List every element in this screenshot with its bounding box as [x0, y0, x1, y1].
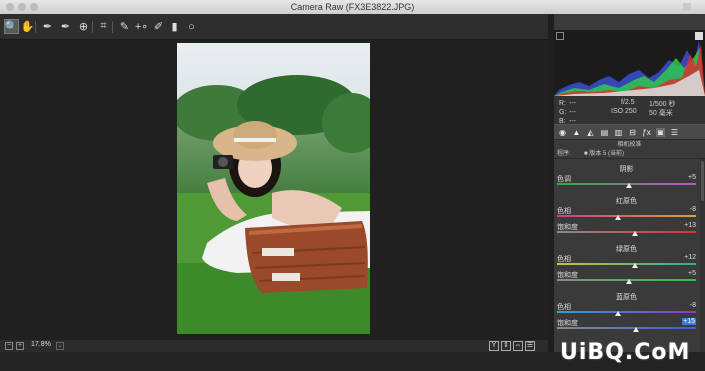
radial-filter-icon[interactable]: ○ [184, 19, 199, 34]
slider-row: 饱和度 +15 [554, 318, 699, 332]
color-sampler-icon[interactable]: ✒ [58, 19, 73, 34]
section-title: 绿原色 [616, 246, 637, 253]
slider-row: 色调 +5 [554, 174, 699, 188]
hand-icon[interactable]: ✋ [20, 19, 35, 34]
highlight-clipping-toggle[interactable] [695, 32, 703, 40]
photo-preview[interactable] [177, 43, 370, 334]
graduated-filter-icon[interactable]: ▮ [167, 19, 182, 34]
panel-title: 相机校准 [554, 140, 705, 150]
presets-tab-icon[interactable]: ☰ [670, 128, 679, 137]
iso: ISO 250 [611, 108, 637, 115]
maximize-window-button[interactable] [30, 3, 38, 11]
photo-image [177, 75, 370, 334]
basic-tab-icon[interactable]: ◉ [558, 128, 567, 137]
toolbar-separator [35, 21, 36, 33]
section-title: 红原色 [616, 198, 637, 205]
fullscreen-icon[interactable] [683, 3, 691, 11]
process-row: 程序: ■ 版本 5 (当前) [554, 150, 705, 159]
g-value: --- [569, 109, 576, 116]
panel-tabs: ◉ ▲ ◭ ▤ ▥ ⊟ ƒx ◙ ☰ [554, 124, 705, 140]
scrollbar-thumb[interactable] [701, 161, 704, 201]
process-label: 程序: [557, 151, 571, 157]
slider-value-field[interactable]: +5 [688, 270, 696, 277]
tone-curve-tab-icon[interactable]: ▲ [572, 128, 581, 137]
slider-thumb[interactable] [626, 183, 633, 188]
slider-row: 饱和度 +13 [554, 222, 699, 236]
histogram [554, 30, 705, 96]
window-controls[interactable] [6, 3, 38, 11]
slider-row: 色相 +12 [554, 254, 699, 268]
slider-track[interactable] [557, 231, 696, 233]
toolbar-separator [92, 21, 93, 33]
slider-thumb[interactable] [633, 327, 640, 332]
view-buttons: Y ⇕ ⇔ ☰ [489, 341, 535, 351]
slider-value-field[interactable]: +13 [684, 222, 696, 229]
slider-track[interactable] [557, 327, 696, 329]
slider-thumb[interactable] [615, 215, 622, 220]
slider-row: 色相 -8 [554, 206, 699, 220]
watermark-logo: UiBQ.CoM [560, 340, 691, 365]
eyedropper-icon[interactable]: ✒ [40, 19, 55, 34]
aperture: f/2.5 [621, 99, 635, 106]
info-readout: R: --- G: --- B: --- f/2.5 1/500 秒 ISO 250 … [554, 96, 705, 125]
status-bar: − + 17.8% ⌄ [0, 340, 548, 352]
section-title: 阴影 [619, 166, 634, 173]
slider-thumb[interactable] [626, 279, 633, 284]
focal-length: 50 毫米 [649, 110, 673, 117]
process-select[interactable]: ■ 版本 5 (当前) [584, 150, 624, 159]
slider-value-field[interactable]: +5 [688, 174, 696, 181]
slider-thumb[interactable] [615, 311, 622, 316]
zoom-in-button[interactable]: + [16, 342, 24, 350]
minimize-window-button[interactable] [18, 3, 26, 11]
toolbar: 🔍 ✋ ✒ ✒ ⊕ ⌗ ✎ +∘ ✐ ▮ ○ [0, 14, 548, 40]
spot-removal-icon[interactable]: ✎ [117, 19, 132, 34]
slider-value-field[interactable]: +12 [684, 254, 696, 261]
slider-track[interactable] [557, 311, 696, 313]
slider-row: 色相 -8 [554, 302, 699, 316]
zoom-out-button[interactable]: − [5, 342, 13, 350]
slider-row: 饱和度 +5 [554, 270, 699, 284]
window-title: Camera Raw (FX3E3822.JPG) [290, 2, 415, 12]
target-adjustment-icon[interactable]: ⊕ [76, 19, 91, 34]
toolbar-separator [112, 21, 113, 33]
swap-settings-button[interactable]: ⇕ [501, 341, 511, 351]
slider-value-field[interactable]: -8 [690, 206, 696, 213]
section-title: 蓝原色 [616, 294, 637, 301]
slider-track[interactable] [557, 215, 696, 217]
slider-value-field[interactable]: +15 [682, 318, 696, 325]
lens-tab-icon[interactable]: ⊟ [628, 128, 637, 137]
effects-tab-icon[interactable]: ƒx [642, 128, 651, 137]
slider-track[interactable] [557, 263, 696, 265]
adjustment-brush-icon[interactable]: ✐ [151, 19, 166, 34]
title-bar: Camera Raw (FX3E3822.JPG) [0, 0, 705, 14]
adjustments-panel: R: --- G: --- B: --- f/2.5 1/500 秒 ISO 250 … [554, 14, 705, 352]
slider-thumb[interactable] [631, 263, 638, 268]
copy-settings-button[interactable]: ⇔ [513, 341, 523, 351]
close-window-button[interactable] [6, 3, 14, 11]
shadow-clipping-toggle[interactable] [556, 32, 564, 40]
hsl-tab-icon[interactable]: ▤ [600, 128, 609, 137]
zoom-dropdown[interactable]: ⌄ [56, 342, 64, 350]
camera-calibration-tab-icon[interactable]: ◙ [656, 128, 665, 137]
preview-canvas[interactable] [0, 40, 548, 340]
slider-value-field[interactable]: -8 [690, 302, 696, 309]
preview-preferences-button[interactable]: ☰ [525, 341, 535, 351]
detail-tab-icon[interactable]: ◭ [586, 128, 595, 137]
slider-thumb[interactable] [631, 231, 638, 236]
r-label: R: [559, 100, 566, 107]
before-after-toggle[interactable]: Y [489, 341, 499, 351]
panel-scrollbar[interactable] [700, 159, 705, 352]
split-toning-tab-icon[interactable]: ▥ [614, 128, 623, 137]
histogram-graph [554, 40, 705, 96]
zoom-level: 17.8% [31, 341, 51, 348]
zoom-icon[interactable]: 🔍 [4, 19, 19, 34]
red-eye-icon[interactable]: +∘ [134, 19, 149, 34]
r-value: --- [569, 100, 576, 107]
crop-icon[interactable]: ⌗ [96, 19, 111, 34]
g-label: G: [559, 109, 567, 116]
